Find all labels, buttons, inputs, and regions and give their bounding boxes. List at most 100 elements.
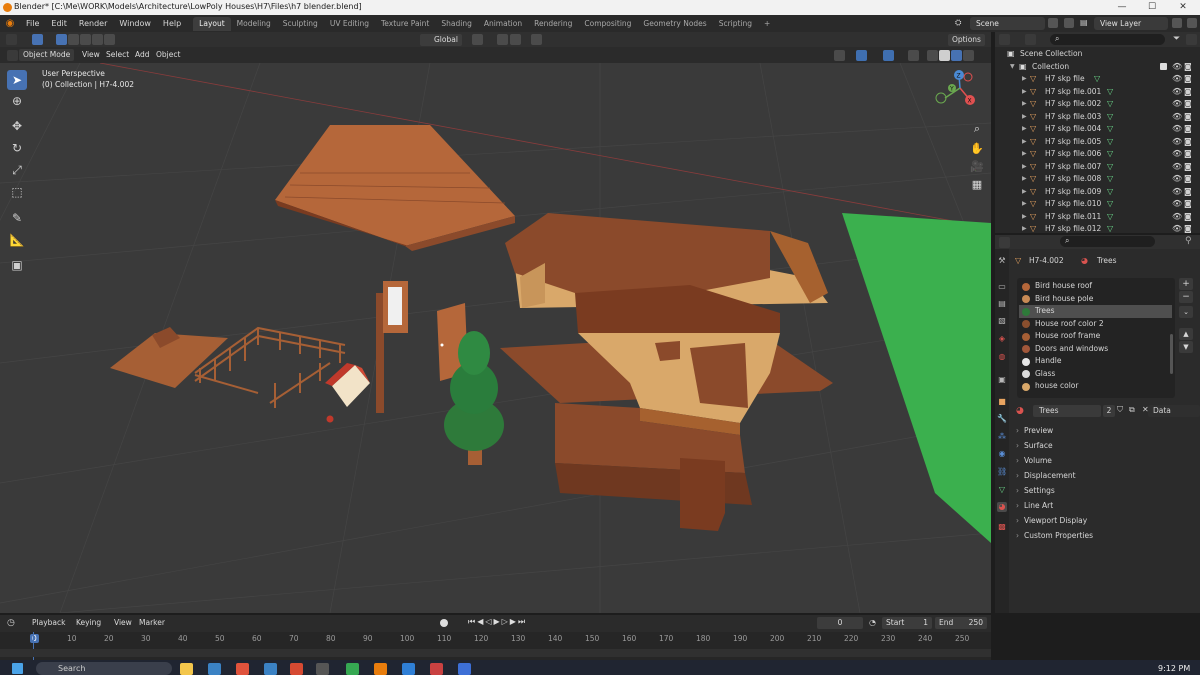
gizmo-toggle-icon[interactable] (856, 50, 867, 61)
add-slot-button[interactable]: + (1179, 278, 1193, 290)
panel-preview[interactable]: Preview (1014, 424, 1194, 438)
expand-icon[interactable]: ▶ (1022, 211, 1027, 224)
ortho-grid-icon[interactable]: ▦ (968, 176, 986, 194)
playback-controls[interactable]: ⏮◀◁▶▷▶⏭ (468, 617, 527, 627)
close-button[interactable]: ✕ (1168, 0, 1198, 15)
delete-scene-icon[interactable] (1064, 18, 1074, 28)
cursor-tool-icon[interactable]: ⊕ (7, 91, 27, 111)
scene-selector[interactable]: Scene (970, 17, 1045, 30)
outliner-row-object[interactable]: ▶ ▽ H7 skp file.001 ▽ 👁 ◙ (995, 86, 1200, 99)
view-layer-selector[interactable]: View Layer (1094, 17, 1168, 30)
wireframe-shading-icon[interactable] (927, 50, 938, 61)
outliner-row-object[interactable]: ▶ ▽ H7 skp file.002 ▽ 👁 ◙ (995, 98, 1200, 111)
eye-icon[interactable]: 👁 (1172, 211, 1182, 224)
material-slot-item[interactable]: House roof frame (1019, 330, 1172, 343)
material-preview-icon[interactable] (951, 50, 962, 61)
zoom-icon[interactable]: ⌕ (968, 120, 986, 138)
outliner-row-object[interactable]: ▶ ▽ H7 skp file.008 ▽ 👁 ◙ (995, 173, 1200, 186)
xray-toggle-icon[interactable] (908, 50, 919, 61)
visibility-icon[interactable] (834, 50, 845, 61)
pan-hand-icon[interactable]: ✋ (968, 140, 986, 158)
add-workspace-button[interactable]: + (758, 17, 776, 31)
checkbox-icon[interactable] (1160, 63, 1167, 70)
display-mode-icon[interactable] (1025, 34, 1036, 45)
timeline-ruler[interactable]: 0 10 20 30 40 50 60 70 80 90 100 110 120 130 140 150 160… (0, 632, 991, 660)
menu-render[interactable]: Render (73, 15, 113, 32)
expand-icon[interactable]: ▶ (1022, 123, 1027, 136)
camera-icon[interactable]: ◙ (1184, 86, 1192, 99)
properties-search-input[interactable]: ⌕ (1060, 236, 1155, 247)
office-icon[interactable] (236, 663, 249, 675)
select-tool-icon[interactable]: ➤ (7, 70, 27, 90)
outliner-row-object[interactable]: ▶ ▽ H7 skp file.006 ▽ 👁 ◙ (995, 148, 1200, 161)
panel-line-art[interactable]: Line Art (1014, 499, 1194, 513)
photos-icon[interactable] (290, 663, 303, 675)
tab-modeling[interactable]: Modeling (231, 17, 277, 31)
camera-icon[interactable]: ◙ (1184, 198, 1192, 211)
start-frame-field[interactable]: Start 1 (882, 617, 932, 629)
slot-specials-button[interactable]: ⌄ (1179, 306, 1193, 318)
menu-add[interactable]: Add (131, 49, 154, 61)
material-slot-item[interactable]: Doors and windows (1019, 343, 1172, 356)
menu-object[interactable]: Object (152, 49, 184, 61)
eye-icon[interactable]: 👁 (1172, 173, 1182, 186)
panel-volume[interactable]: Volume (1014, 454, 1194, 468)
new-collection-icon[interactable] (1186, 34, 1197, 45)
material-slot-item[interactable]: Bird house pole (1019, 293, 1172, 306)
record-icon[interactable] (440, 619, 448, 627)
panel-custom-properties[interactable]: Custom Properties (1014, 529, 1194, 543)
slot-list-scrollbar[interactable] (1170, 334, 1173, 374)
properties-editor-icon[interactable] (999, 237, 1010, 248)
material-name-field[interactable]: Trees (1033, 405, 1101, 417)
expand-icon[interactable]: ▶ (1022, 148, 1027, 161)
menu-select[interactable]: Select (102, 49, 133, 61)
tab-rendering[interactable]: Rendering (528, 17, 578, 31)
menu-help[interactable]: Help (157, 15, 187, 32)
mesh-data-icon[interactable]: ▽ (1107, 136, 1113, 149)
material-tab-icon[interactable]: ◕ (997, 502, 1007, 512)
current-frame-field[interactable]: 0 (817, 617, 863, 629)
expand-icon[interactable]: ▶ (1022, 161, 1027, 174)
fake-user-icon[interactable]: ⛉ (1117, 405, 1127, 417)
mesh-data-icon[interactable]: ▽ (1107, 198, 1113, 211)
menu-keying[interactable]: Keying (72, 617, 105, 629)
pin-icon[interactable]: ⚲ (1185, 236, 1192, 246)
duplicate-material-icon[interactable]: ⧉ (1129, 405, 1139, 417)
scene-tab-icon[interactable]: ◈ (997, 334, 1007, 344)
remove-slot-button[interactable]: − (1179, 291, 1193, 303)
annotate-tool-icon[interactable]: ✎ (7, 208, 27, 228)
tab-compositing[interactable]: Compositing (578, 17, 637, 31)
outliner-row-object[interactable]: ▶ ▽ H7 skp file ▽ 👁 ◙ (995, 73, 1200, 86)
measure-tool-icon[interactable]: 📐 (7, 230, 27, 250)
mesh-data-icon[interactable]: ▽ (1107, 186, 1113, 199)
tab-scripting[interactable]: Scripting (713, 17, 758, 31)
solid-shading-icon[interactable] (939, 50, 950, 61)
camera-icon[interactable]: ◙ (1184, 186, 1192, 199)
outliner-search-input[interactable]: ⌕ (1050, 34, 1165, 45)
mail-icon[interactable] (208, 663, 221, 675)
menu-edit[interactable]: Edit (45, 15, 73, 32)
camera-icon[interactable]: ◙ (1184, 173, 1192, 186)
eye-icon[interactable]: 👁 (1172, 98, 1182, 111)
link-dropdown[interactable]: Data (1148, 405, 1200, 417)
mesh-data-icon[interactable]: ▽ (1107, 173, 1113, 186)
tab-sculpting[interactable]: Sculpting (277, 17, 324, 31)
expand-icon[interactable]: ▶ (1022, 111, 1027, 124)
transform-orientation-dropdown[interactable]: Global (420, 34, 462, 46)
eye-icon[interactable]: 👁 (1172, 148, 1182, 161)
blender-taskbar-icon[interactable] (374, 663, 387, 675)
mesh-data-icon[interactable]: ▽ (1107, 86, 1113, 99)
physics-tab-icon[interactable]: ◉ (997, 449, 1007, 459)
camera-icon[interactable]: ◙ (1184, 98, 1192, 111)
camera-view-icon[interactable]: 🎥 (968, 158, 986, 176)
eye-icon[interactable]: 👁 (1172, 73, 1182, 86)
constraints-tab-icon[interactable]: ⛓ (997, 467, 1007, 477)
scale-tool-icon[interactable]: ⤢ (7, 160, 27, 180)
material-slot-item[interactable]: Glass (1019, 368, 1172, 381)
modifier-tab-icon[interactable]: 🔧 (997, 414, 1007, 424)
outliner-row-object[interactable]: ▶ ▽ H7 skp file.004 ▽ 👁 ◙ (995, 123, 1200, 136)
camera-icon[interactable]: ◙ (1184, 123, 1192, 136)
start-menu-icon[interactable] (12, 663, 23, 674)
transform-tool-icon[interactable]: ⬚ (7, 182, 27, 202)
world-tab-icon[interactable]: ◍ (997, 352, 1007, 362)
